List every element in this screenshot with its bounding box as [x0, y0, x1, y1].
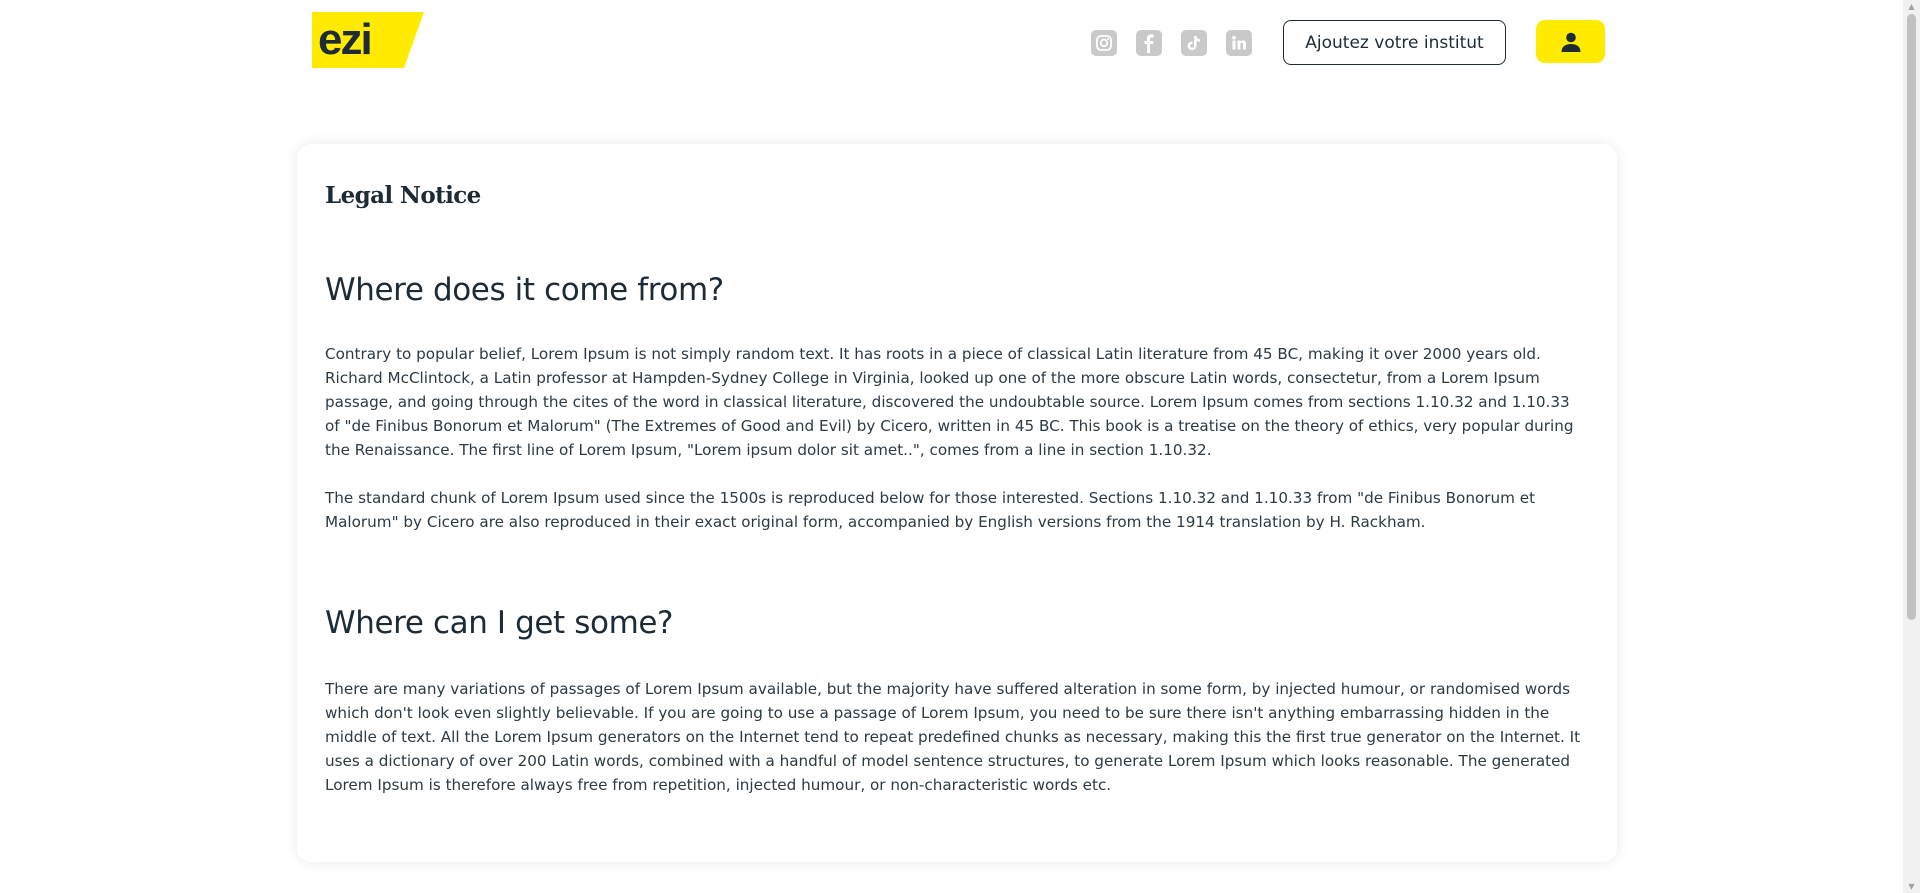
ezi-logo[interactable]: ezi: [312, 12, 424, 68]
social-links: [1091, 30, 1252, 56]
account-button[interactable]: [1536, 20, 1605, 63]
section-paragraph: The standard chunk of Lorem Ipsum used s…: [325, 489, 1536, 531]
section-heading-origin: Where does it come from?: [325, 272, 724, 308]
facebook-icon[interactable]: [1136, 30, 1162, 56]
scroll-up-arrow-icon[interactable]: ▲: [1907, 2, 1916, 11]
page: ezi Ajoutez votre institut Legal Notice …: [0, 0, 1920, 893]
tiktok-icon[interactable]: [1181, 30, 1207, 56]
instagram-icon[interactable]: [1091, 30, 1117, 56]
scroll-thumb[interactable]: [1907, 14, 1916, 620]
section-paragraph: There are many variations of passages of…: [325, 680, 1581, 794]
page-title: Legal Notice: [325, 182, 481, 209]
linkedin-icon[interactable]: [1226, 30, 1252, 56]
section-heading-get-some: Where can I get some?: [325, 605, 674, 641]
add-institute-button[interactable]: Ajoutez votre institut: [1283, 20, 1506, 65]
section-paragraph: Contrary to popular belief, Lorem Ipsum …: [325, 345, 1574, 459]
user-icon: [1561, 32, 1580, 52]
logo-text: ezi: [318, 15, 373, 64]
scroll-down-arrow-icon[interactable]: ▼: [1907, 882, 1916, 891]
page-scrollbar[interactable]: ▲ ▼: [1903, 0, 1920, 893]
legal-notice-card: Legal Notice Where does it come from? Co…: [297, 144, 1617, 862]
